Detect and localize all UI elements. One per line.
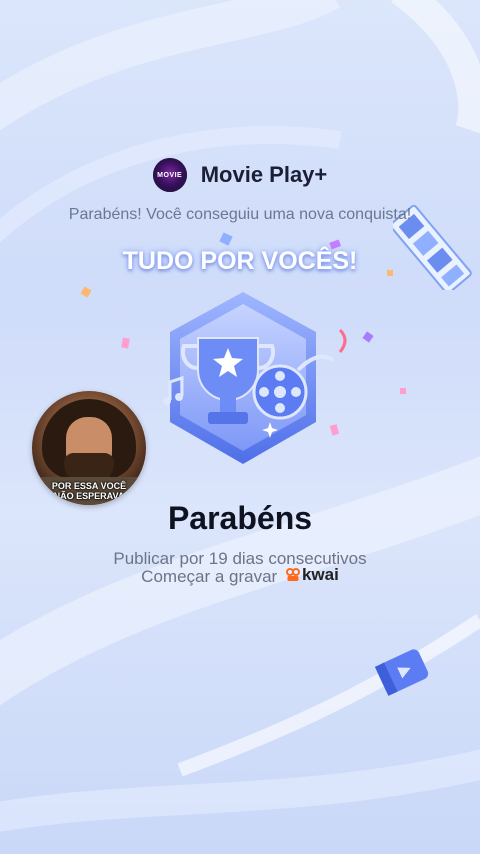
avatar[interactable]: POR ESSA VOCÊ NÃO ESPERAVA (32, 391, 146, 505)
kwai-brand: kwai (285, 565, 339, 585)
achievement-title: Parabéns (167, 500, 313, 536)
record-cta-text: Começar a gravar (141, 567, 278, 586)
logo-text: MOVIE (157, 171, 183, 179)
avatar-caption-line1: POR ESSA VOCÊ (51, 481, 127, 491)
kwai-logo-icon (285, 568, 300, 581)
app-title: Movie Play+ (200, 162, 328, 187)
banner-text: TUDO POR VOCÊS! (122, 247, 358, 275)
movie-play-logo-icon: MOVIE (152, 158, 187, 192)
avatar-caption: POR ESSA VOCÊ NÃO ESPERAVA (32, 481, 146, 501)
record-cta[interactable]: Começar a gravar kwai (0, 565, 480, 587)
kwai-brand-text: kwai (301, 565, 339, 584)
achievement-subtitle: Parabéns! Você conseguiu uma nova conqui… (68, 206, 412, 223)
brand: MOVIE Movie Play+ (152, 158, 328, 192)
trophy-badge-icon (163, 292, 335, 464)
app-header: MOVIE Movie Play+ (0, 158, 480, 192)
play-tile-decoration (374, 649, 429, 696)
